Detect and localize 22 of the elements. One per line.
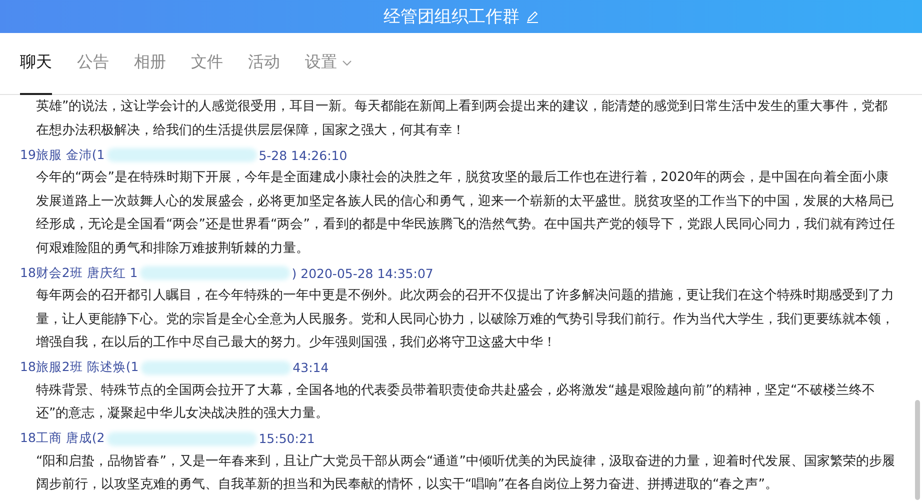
message-time: 15:50:21 xyxy=(258,431,315,446)
message-text: 今年的“两会”是在特殊时期下开展，今年是全面建成小康社会的决胜之年，脱贫攻坚的最后工作也在进行着，2020年的两会，是中国在向着全面小康发展道路上一次鼓舞人心的发展盛会，必将更加坚定各族人民的信心和勇气，迎来一个崭新的太平盛世。脱贫攻坚的工作当下的中国，发展的大格局已经形成，无论是全国看“两会”还是世界看“两会”，看到的都是中华民族腾飞的浩然气势。在中国共产党的领导下，党跟人民同心同力，我们就有跨过任何艰难险阻的勇气和排除万难披荆斩棘的力量。 xyxy=(35,169,896,258)
message-time: 5-28 14:26:10 xyxy=(258,148,348,162)
sender-name[interactable]: 18工商 唐成(2 xyxy=(20,430,105,447)
message-text: “阳和启蛰，品物皆春”，又是一年春来到，且让广大党员干部从两会“通道”中倾听优美的为民旋律，汲取奋进的力量，迎着时代发展、国家繁荣的步履阔步前行，以攻坚克难的勇气、自我革新的担当和为民奉献的情怀，以实干“唱响”在各自岗位上努力奋进、拼搏进取的“春之声”。 xyxy=(35,452,896,494)
message-text: 每年两会的召开都引人瞩目，在今年特殊的一年中更是不例外。此次两会的召开不仅提出了许多解决问题的措施，更让我们在这个特殊时期感受到了力量，让人更能静下心。党的宗旨是全心全意为人民服务。党和人民同心协力，以破除万难的气势引导我们前行。作为当代大学生，我们更要练就本领，增强自我，在以后的工作中尽自己最大的努力。少年强则国强，我们必将守卫这盛大中华！ xyxy=(35,287,895,352)
message-time: ) 2020-05-28 14:35:07 xyxy=(292,266,434,280)
message-text: 英雄”的说法，这让学会计的人感觉很受用，耳目一新。每天都能在新闻上看到两会提出来的建议，能清楚的感觉到日常生活中发生的重大事件，党都在想办法积极解决，给我们的生活提供层层保障，国家之强大，何其有幸！ xyxy=(35,98,889,140)
tab[interactable]: 设置 xyxy=(305,32,352,94)
sender-name[interactable]: 19旅服 金沛(1 xyxy=(20,146,105,164)
tab[interactable]: 文件 xyxy=(191,32,223,94)
edit-icon[interactable] xyxy=(526,10,538,23)
sender-name[interactable]: 18财会2班 唐庆红 1 xyxy=(20,264,138,282)
message-text: 特殊背景、特殊节点的全国两会拉开了大幕，全国各地的代表委员带着职责使命共赴盛会，必将激发“越是艰险越向前”的精神，坚定“不破楼兰终不还”的意志，凝聚起中华儿女决战决胜的强大力量。 xyxy=(35,382,876,423)
message-time: 43:14 xyxy=(292,360,329,375)
tab[interactable]: 公告 xyxy=(77,32,109,94)
chevron-down-icon xyxy=(342,60,352,66)
window-title: 经管团组织工作群 xyxy=(384,6,520,28)
tab[interactable]: 活动 xyxy=(248,32,280,94)
tab[interactable]: 相册 xyxy=(134,32,166,94)
tab[interactable]: 聊天 xyxy=(20,32,52,94)
sender-name[interactable]: 18旅服2班 陈述焕(1 xyxy=(20,359,139,376)
